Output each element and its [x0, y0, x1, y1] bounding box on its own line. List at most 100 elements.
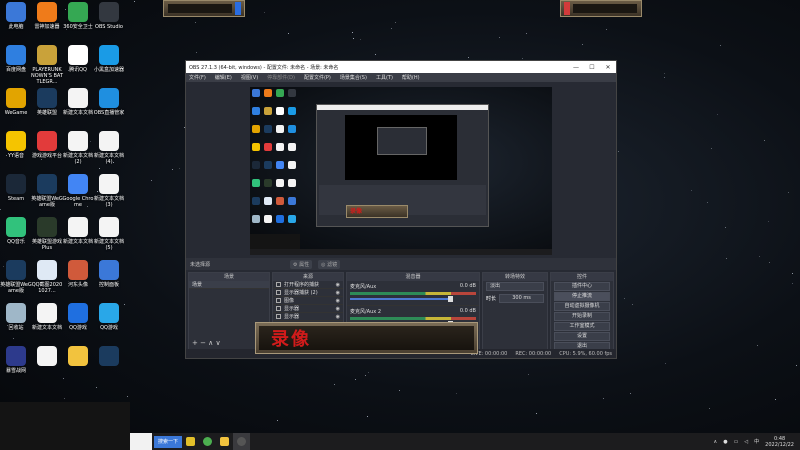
microphone-icon[interactable]: ● [723, 439, 727, 445]
obs-window[interactable]: OBS 27.1.3 (64-bit, windows) - 配置文件: 未命名… [185, 60, 617, 359]
source-type-icon [276, 314, 281, 319]
source-toolbar: 未选择源 ⚙ 属性 ◎ 滤镜 [186, 258, 616, 270]
taskbar-app-icon[interactable] [216, 433, 233, 450]
desktop-icon[interactable]: 百度网盘 [0, 45, 32, 89]
desktop-icon[interactable]: 新建文本文档 [31, 303, 63, 347]
control-button[interactable]: 设置 [554, 332, 610, 341]
desktop-icon[interactable]: Steam [0, 174, 32, 218]
control-button[interactable]: 停止推流 [554, 292, 610, 301]
source-item[interactable]: 图像 ◉ [273, 297, 343, 305]
desktop-icon[interactable]: YY语音 [0, 131, 32, 175]
desktop-icon-label: OBS Studio [95, 24, 123, 30]
source-item[interactable]: 显示器捕获 (2) ◉ [273, 289, 343, 297]
game-platform-icon [37, 131, 57, 151]
desktop-icon[interactable]: OBS Studio [93, 2, 125, 46]
obs-icon[interactable] [233, 433, 251, 450]
text-file-icon [37, 346, 57, 366]
menu-item[interactable]: 配置文件(P) [304, 74, 331, 81]
desktop-icon[interactable]: 暴雪战网 [0, 346, 32, 390]
menu-item[interactable]: 视图(V) [241, 74, 258, 81]
menu-item[interactable]: 帮助(H) [402, 74, 420, 81]
taskbar-search-label[interactable]: 搜索一下 [154, 435, 183, 448]
desktop-icon[interactable]: 新建文本文档 [62, 217, 94, 261]
visibility-eye-icon[interactable]: ◉ [336, 282, 340, 288]
desktop-icon[interactable]: 河东头像 [62, 260, 94, 304]
volume-icon[interactable]: ◁ [744, 439, 748, 445]
desktop-icon[interactable]: 新建文本文档 (2) [62, 131, 94, 175]
desktop-icon[interactable]: QQ音乐 [0, 217, 32, 261]
properties-button[interactable]: ⚙ 属性 [290, 259, 313, 269]
desktop-icon[interactable] [62, 346, 94, 390]
rec-time: REC: 00:00:00 [515, 350, 552, 357]
source-item[interactable]: 打开程序的捕获 ◉ [273, 281, 343, 289]
menu-item[interactable]: 场景集合(S) [340, 74, 367, 81]
menu-item[interactable]: 文件(F) [189, 74, 206, 81]
taskbar-app-icon[interactable] [182, 433, 199, 450]
visibility-eye-icon[interactable]: ◉ [336, 306, 340, 312]
star [707, 202, 709, 204]
desktop-icon[interactable]: 此电脑 [0, 2, 32, 46]
source-item[interactable]: 显示器 ◉ [273, 313, 343, 321]
desktop-icon[interactable]: 新建文本文档 [62, 88, 94, 132]
desktop-icon[interactable]: 新建文本文档 (3) [93, 174, 125, 218]
avatar-image-icon [68, 260, 88, 280]
mixer-channel[interactable]: 麦克风/Aux 0.0 dB [347, 281, 479, 306]
desktop-icon-label: QQ音乐 [7, 239, 25, 245]
desktop-icon[interactable]: 360安全卫士 [62, 2, 94, 46]
desktop-icon[interactable]: 雷神加速器 [31, 2, 63, 46]
desktop-icon[interactable]: OBS直播管家 [93, 88, 125, 132]
desktop-icon[interactable] [31, 346, 63, 390]
filters-button[interactable]: ◎ 滤镜 [318, 259, 341, 269]
control-button[interactable]: 开始录制 [554, 312, 610, 321]
visibility-eye-icon[interactable]: ◉ [336, 298, 340, 304]
menu-item[interactable]: 工具(T) [376, 74, 393, 81]
desktop-icon[interactable]: 新建文本文档 (4) [93, 131, 125, 175]
maximize-icon[interactable]: ☐ [584, 64, 600, 71]
language-indicator[interactable]: 中 [754, 438, 759, 445]
desktop-icon[interactable]: 英雄联盟WeGame版 [31, 174, 63, 218]
search-box[interactable] [130, 433, 152, 450]
source-item[interactable]: 显示器 ◉ [273, 305, 343, 313]
volume-slider[interactable] [350, 296, 453, 302]
desktop-icon[interactable]: 游戏游戏平台 [31, 131, 63, 175]
star [352, 38, 354, 40]
lol-icon [99, 346, 119, 366]
desktop-icon[interactable]: WeGame [0, 88, 32, 132]
desktop-icon[interactable]: QQ截图20201027... [31, 260, 63, 304]
scene-item[interactable]: 场景 [189, 281, 269, 289]
desktop-icon[interactable] [93, 346, 125, 390]
menu-item[interactable]: 编辑(E) [215, 74, 232, 81]
duration-input[interactable]: 300 ms [499, 294, 544, 303]
desktop-icon[interactable]: 英雄联盟 [31, 88, 63, 132]
transition-type-select[interactable]: 淡出 [486, 282, 544, 291]
chrome-icon[interactable] [199, 433, 216, 450]
obs-titlebar[interactable]: OBS 27.1.3 (64-bit, windows) - 配置文件: 未命名… [186, 61, 616, 73]
desktop-icon[interactable]: QQ游戏 [62, 303, 94, 347]
desktop-icon[interactable]: 回收站 [0, 303, 32, 347]
star [767, 221, 769, 223]
visibility-eye-icon[interactable]: ◉ [336, 290, 340, 296]
menu-item[interactable]: 停靠部件(D) [267, 74, 295, 81]
close-icon[interactable]: ✕ [600, 64, 616, 71]
control-button[interactable]: 插件中心 [554, 282, 610, 291]
desktop-icon[interactable]: Google Chrome [62, 174, 94, 218]
source-type-icon [276, 306, 281, 311]
desktop-icon[interactable]: 小黑盒加速器 [93, 45, 125, 89]
visibility-eye-icon[interactable]: ◉ [336, 314, 340, 320]
obs-preview-canvas[interactable]: 录像 [250, 87, 552, 255]
preview-desktop-icon [276, 161, 284, 169]
tray-chevron-icon[interactable]: ∧ [714, 439, 718, 445]
desktop-icon[interactable]: 英雄联盟游戏 Plus [31, 217, 63, 261]
desktop-icon[interactable]: 控制面板 [93, 260, 125, 304]
minimize-icon[interactable]: — [568, 64, 584, 71]
scene-controls[interactable]: + − ∧ ∨ [192, 339, 221, 347]
desktop-icon[interactable]: 英雄联盟WeGame版 [0, 260, 32, 304]
desktop-icon[interactable]: PLAYERUNKNOWN'S BATTLEGR... [31, 45, 63, 89]
clock[interactable]: 0:48 2022/12/22 [765, 436, 794, 448]
control-button[interactable]: 自动虚拟摄像机 [554, 302, 610, 311]
desktop-icon[interactable]: QQ游戏 [93, 303, 125, 347]
desktop-icon[interactable]: 腾讯QQ [62, 45, 94, 89]
desktop-icon[interactable]: 新建文本文档 (5) [93, 217, 125, 261]
control-button[interactable]: 工作室模式 [554, 322, 610, 331]
network-icon[interactable]: ▭ [734, 439, 739, 445]
